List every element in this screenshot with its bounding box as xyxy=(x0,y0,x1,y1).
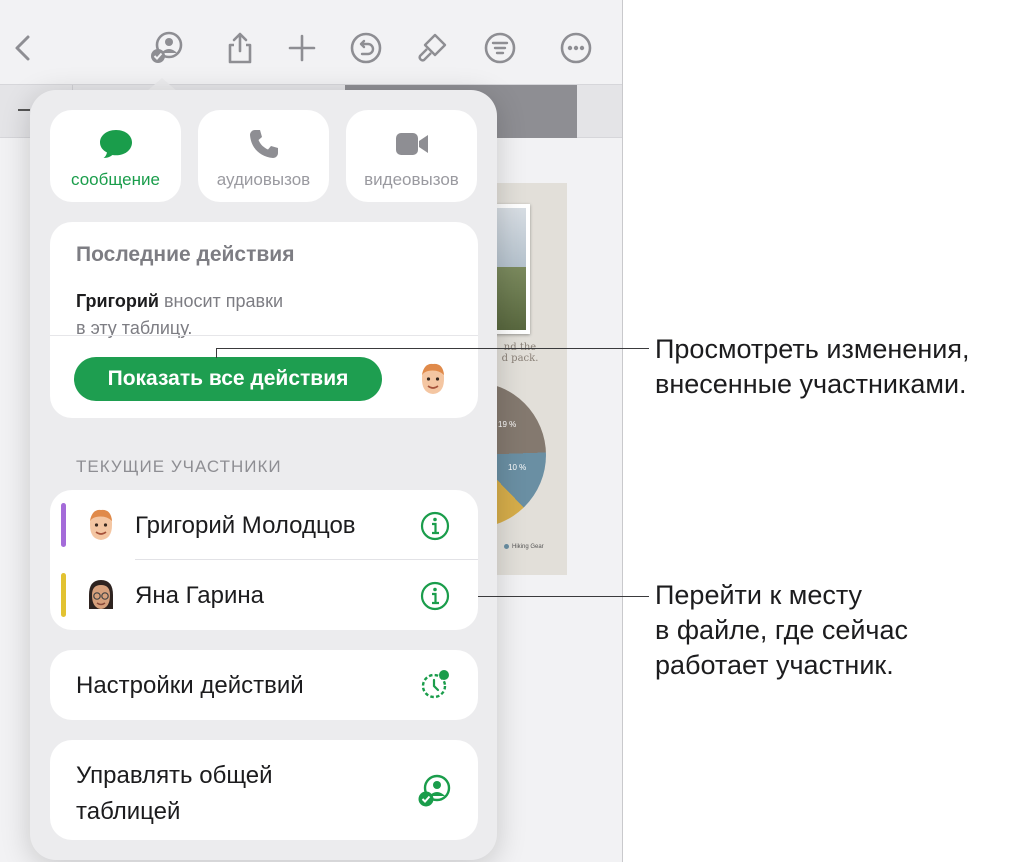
current-participants-title: ТЕКУЩИЕ УЧАСТНИКИ xyxy=(76,457,282,476)
manage-shared-line-1: Управлять общей xyxy=(76,762,273,789)
video-call-label: видеовызов xyxy=(364,170,459,189)
collaboration-popover: сообщение аудиовызов видеовызов Последни… xyxy=(30,90,497,860)
participant-color-bar xyxy=(61,573,66,617)
activity-actor: Григорий xyxy=(76,291,159,311)
participant-color-bar xyxy=(61,503,66,547)
pie-label-10: 10 % xyxy=(508,463,527,472)
show-all-activity-button[interactable]: Показать все действия xyxy=(74,357,382,401)
format-brush-icon[interactable] xyxy=(412,28,452,68)
callout-go-to-participant: Перейти к месту в файле, где сейчас рабо… xyxy=(655,578,908,683)
chart-legend: Hiking Gear xyxy=(504,544,544,550)
memoji-avatar-grigory xyxy=(422,363,444,394)
divider xyxy=(50,335,478,336)
recent-activity-heading: Последние действия xyxy=(76,243,295,266)
callout-leader-line xyxy=(216,348,217,358)
participant-name: Григорий Молодцов xyxy=(135,512,356,539)
video-call-button[interactable]: видеовызов xyxy=(346,110,477,202)
info-icon[interactable] xyxy=(420,581,450,611)
recent-activity-text: Григорий вносит правки в эту таблицу. xyxy=(76,288,376,342)
manage-collaboration-icon xyxy=(418,774,451,807)
memoji-avatar-grigory xyxy=(90,509,112,540)
activity-text-1: вносит правки xyxy=(158,291,284,311)
share-icon[interactable] xyxy=(220,28,260,68)
callout-text: в файле, где сейчас xyxy=(655,615,909,645)
collapse-icon[interactable] xyxy=(18,109,30,111)
manage-shared-spreadsheet-row[interactable]: Управлять общей таблицей xyxy=(50,740,478,840)
participants-list: Григорий Молодцов Яна Гарина xyxy=(50,490,478,630)
activity-settings-label: Настройки действий xyxy=(76,672,304,699)
message-label: сообщение xyxy=(71,170,160,189)
callout-text: Перейти к месту xyxy=(655,580,863,610)
info-icon[interactable] xyxy=(420,511,450,541)
callout-leader-line xyxy=(478,596,649,597)
callout-text: Просмотреть изменения, xyxy=(655,334,970,364)
message-icon xyxy=(99,130,132,158)
toolbar xyxy=(0,0,622,84)
message-button[interactable]: сообщение xyxy=(50,110,181,202)
add-icon[interactable] xyxy=(282,28,322,68)
callout-text: работает участник. xyxy=(655,650,894,680)
memoji-avatar-yana xyxy=(89,580,113,609)
filter-icon[interactable] xyxy=(480,28,520,68)
participant-name: Яна Гарина xyxy=(135,582,264,609)
collaborate-icon[interactable] xyxy=(146,28,186,68)
phone-icon xyxy=(249,130,278,158)
undo-icon[interactable] xyxy=(346,28,386,68)
activity-settings-icon xyxy=(421,670,449,699)
participant-row[interactable]: Яна Гарина xyxy=(50,560,478,630)
more-icon[interactable] xyxy=(556,28,596,68)
manage-shared-label: Управлять общей таблицей xyxy=(76,758,336,830)
callout-text: внесенные участниками. xyxy=(655,369,967,399)
audio-call-button[interactable]: аудиовызов xyxy=(198,110,329,202)
video-icon xyxy=(395,133,428,155)
participant-row[interactable]: Григорий Молодцов xyxy=(50,490,478,560)
pie-label-19: 19 % xyxy=(498,420,517,429)
callout-view-changes: Просмотреть изменения, внесенные участни… xyxy=(655,332,969,402)
manage-shared-line-2: таблицей xyxy=(76,798,181,825)
back-icon[interactable] xyxy=(4,28,44,68)
activity-settings-row[interactable]: Настройки действий xyxy=(50,650,478,720)
audio-call-label: аудиовызов xyxy=(216,170,311,189)
recent-activity-card: Последние действия Григорий вносит правк… xyxy=(50,222,478,418)
callout-leader-line xyxy=(216,348,649,349)
